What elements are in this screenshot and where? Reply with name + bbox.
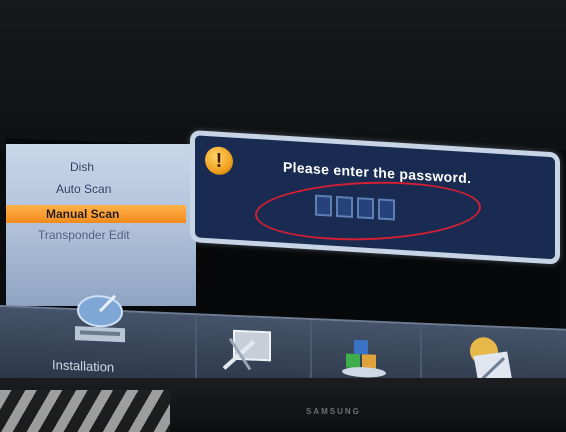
warning-icon: ! [205,145,233,176]
menu-item-dish[interactable]: Dish [70,160,94,174]
satellite-dish-icon[interactable] [60,282,140,360]
menu-item-manual-scan[interactable]: Manual Scan [6,205,186,223]
installation-label: Installation [52,357,115,375]
menu-item-auto-scan[interactable]: Auto Scan [56,182,111,196]
menu-item-transponder-edit[interactable]: Transponder Edit [38,228,130,242]
tv-brand-logo: SAMSUNG [306,407,361,416]
multimedia-blocks-icon[interactable] [340,331,390,384]
system-setup-icon[interactable] [220,324,280,382]
tv-bezel [0,0,566,150]
cable-foreground [0,390,170,432]
installation-menu: Dish Auto Scan Manual Scan Transponder E… [6,144,196,306]
